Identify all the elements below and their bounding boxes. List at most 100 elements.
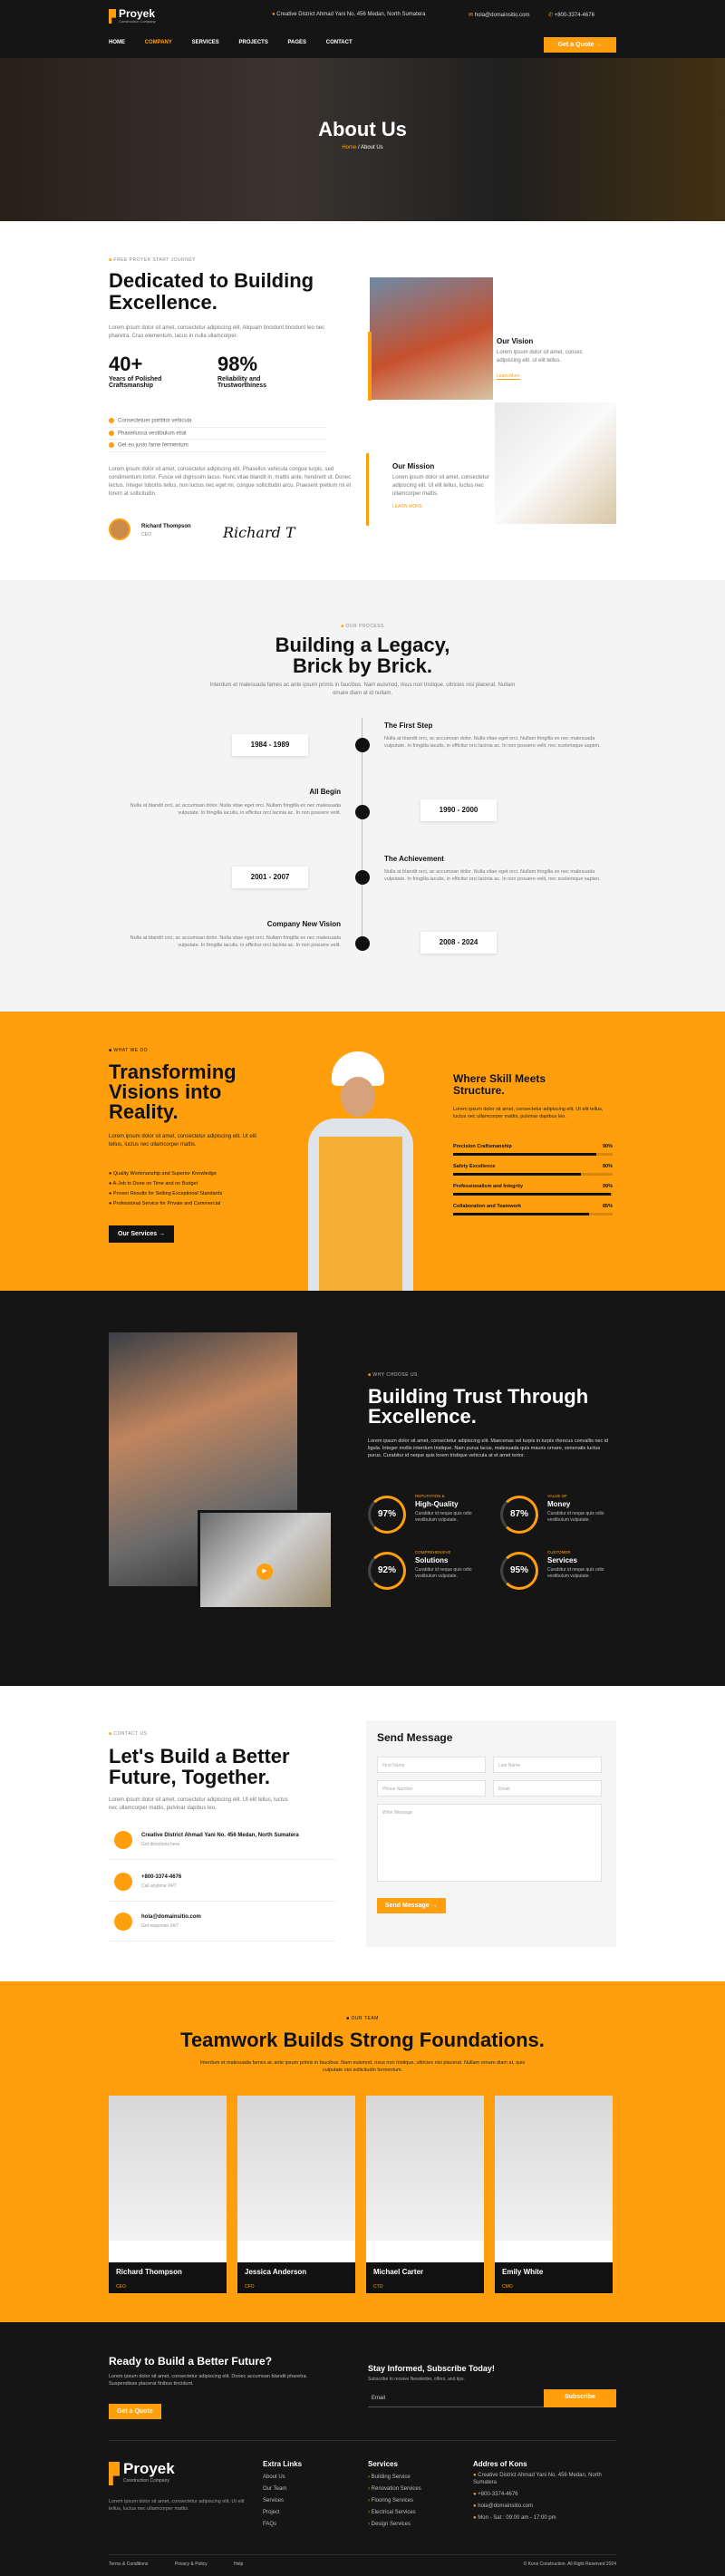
stat-title: Money [547,1500,571,1508]
stat-card: 87% VALUE OF Money Curabitur id neque quis … [500,1492,627,1543]
timeline-title: Company New Vision [266,920,341,928]
skill-label: Safety Excellence [453,1164,496,1169]
list-item: ● A-Job to Done on Time and on Budget [109,1181,198,1186]
logo-mark-icon [109,9,116,24]
contact-desc: Lorem ipsum dolor sit amet, consectetur … [109,1797,288,1811]
logo-tagline: Construction Company [119,19,156,24]
about-image-accent [368,332,372,401]
arrow-right-icon: → [595,42,603,48]
terms-link[interactable]: Terms & Conditions [109,2561,148,2567]
what-eyebrow: ■ WHAT WE DO [109,1048,149,1053]
contact-item-phone[interactable]: +800-3374-4676 Call anytime 24/7 [109,1871,335,1902]
timeline-date: 2008 - 2024 [420,932,497,954]
skill-track [453,1213,613,1215]
vision-link[interactable]: Learn More [497,373,520,380]
mail-icon: ✉ [469,13,475,18]
stat-title: Solutions [415,1556,449,1564]
footer-address: Addres of Kons ● Creative District Ahmad… [473,2460,602,2521]
footer-logo[interactable]: Proyek Construction Company [109,2460,208,2491]
stat-title: Services [547,1556,577,1564]
footer-quote-button[interactable]: Get a Quote [109,2404,161,2419]
skill-track [453,1153,613,1156]
cta-desc: Lorem ipsum dolor sit amet, consectetur … [109,2374,308,2387]
subscribe-email-input[interactable]: Email [368,2389,544,2407]
skill-fill [453,1213,589,1215]
skill-label: Collaboration and Teamwork [453,1204,522,1209]
worker-image [295,1048,431,1291]
skills-desc: Lorem ipsum dolor sit amet, consectetur … [453,1107,604,1119]
our-services-button[interactable]: Our Services → [109,1225,175,1243]
logo[interactable]: Proyek Construction Company [109,7,172,27]
team-card[interactable]: Richard Thompson CEO [109,2096,227,2293]
nav-company[interactable]: COMPANY [145,40,172,45]
message-field[interactable]: Write Message [377,1804,602,1882]
footer-link[interactable]: › Design Services [368,2519,421,2531]
footer-link[interactable]: FAQs [263,2519,302,2531]
hero-title: About Us [318,118,407,140]
stat-ring: 97% [368,1496,406,1534]
play-button[interactable]: ▶ [256,1564,273,1580]
skill-percent: 80% [602,1164,613,1169]
mission-link[interactable]: LEARN MORE [392,504,493,509]
team-card[interactable]: Emily White CMO [495,2096,613,2293]
team-photo [109,2096,227,2241]
skill-label: Professionalism and Integrity [453,1184,524,1189]
subscribe-button[interactable]: Subscribe [544,2389,616,2407]
nav-pages[interactable]: PAGES [288,40,307,45]
footer-link[interactable]: About Us [263,2472,302,2484]
check-icon [109,442,114,449]
subscribe-title: Stay Informed, Subscribe Today! [368,2364,495,2373]
team-photo [237,2096,355,2241]
breadcrumb-home[interactable]: Home [342,145,356,150]
footer-link[interactable]: › Electrical Services [368,2507,421,2519]
footer-divider [109,2440,616,2441]
team-eyebrow: ■ OUR TEAM [346,2016,379,2021]
email-field[interactable]: Email [493,1780,602,1796]
footer-link[interactable]: Project [263,2507,302,2519]
subscribe-desc: Subscribe to receive Newsletter, offers,… [368,2377,465,2382]
stat-label: COMPREHENSIVE [415,1550,451,1554]
footer-link[interactable]: Services [263,2495,302,2507]
last-name-field[interactable]: Last Name [493,1757,602,1773]
nav-services[interactable]: SERVICES [192,40,219,45]
nav-contact[interactable]: CONTACT [326,40,353,45]
stat-label: VALUE OF [547,1494,567,1498]
nav-home[interactable]: HOME [109,40,125,45]
about-checklist: Consectetuer porttitor vehicula Phasellu… [109,415,326,452]
arrow-right-icon: → [159,1231,166,1237]
list-item: Consectetuer porttitor vehicula [109,415,326,428]
stat-card: 97% REPUTATION & High-Quality Curabitur id … [368,1492,495,1543]
timeline-date: 1990 - 2000 [420,799,497,821]
nav-projects[interactable]: PROJECTS [238,40,267,45]
team-card[interactable]: Michael Carter CTO [366,2096,484,2293]
help-link[interactable]: Help [234,2561,243,2567]
stat-ring: 92% [368,1552,406,1590]
stat-desc: Curabitur id neque quis odio vestibulum … [415,1567,472,1579]
topbar-email[interactable]: ✉ hola@domainsitio.com [469,12,530,18]
timeline-date: 1984 - 1989 [232,734,308,756]
footer-link[interactable]: › Building Service [368,2472,421,2484]
contact-item-email[interactable]: hola@domainsitio.com Get response 24/7 [109,1911,335,1942]
team-card[interactable]: Jessica Anderson CFO [237,2096,355,2293]
footer-link[interactable]: Our Team [263,2484,302,2495]
vest [319,1137,402,1291]
team-photo [366,2096,484,2241]
breadcrumb-current: About Us [361,145,383,150]
skill-track [453,1193,613,1196]
footer-link[interactable]: › Renovation Services [368,2484,421,2495]
first-name-field[interactable]: First Name [377,1757,486,1773]
privacy-link[interactable]: Privacy & Policy [175,2561,208,2567]
stat-ring: 95% [500,1552,538,1590]
footer-link[interactable]: › Flooring Services [368,2495,421,2507]
phone-field[interactable]: Phone Number [377,1780,486,1796]
get-quote-button[interactable]: Get a Quote → [544,37,616,53]
send-message-button[interactable]: Send Message → [377,1898,446,1913]
stat-label: CUSTOMER [547,1550,571,1554]
why-image-2 [198,1510,334,1610]
what-title: Transforming Visions into Reality. [109,1060,237,1123]
cta-title: Ready to Build a Better Future? [109,2355,273,2368]
timeline-node [355,870,370,885]
vision-title: Our Vision [497,337,534,345]
topbar-phone[interactable]: ✆ +800-3374-4676 [548,12,594,18]
why-eyebrow: ■ WHY CHOOSE US [368,1372,418,1378]
